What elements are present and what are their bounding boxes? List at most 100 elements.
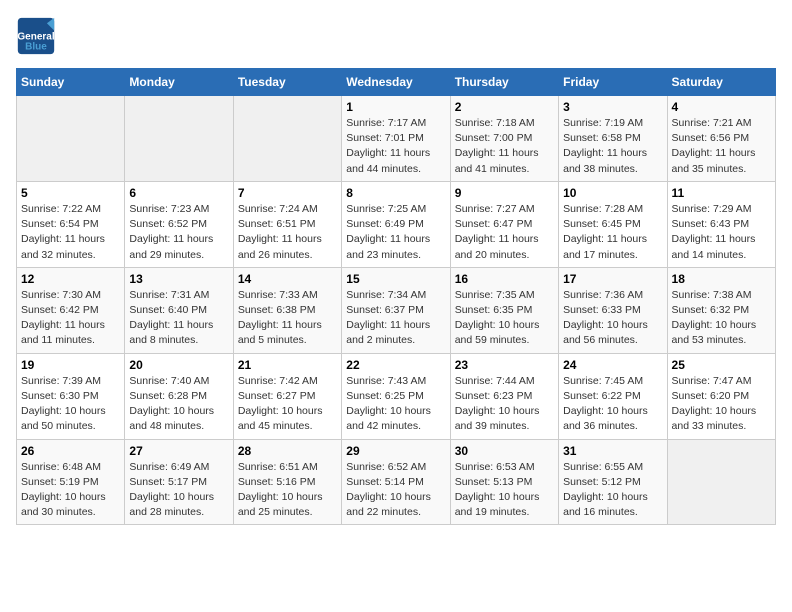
calendar-cell: 28 Sunrise: 6:51 AMSunset: 5:16 PMDayligh…	[233, 439, 341, 525]
calendar-cell: 5Sunrise: 7:22 AMSunset: 6:54 PMDaylight…	[17, 181, 125, 267]
day-info: Sunrise: 7:23 AMSunset: 6:52 PMDaylight:…	[129, 202, 228, 263]
day-number: 1	[346, 100, 445, 114]
day-number: 15	[346, 272, 445, 286]
calendar-cell: 18Sunrise: 7:38 AMSunset: 6:32 PMDayligh…	[667, 267, 775, 353]
day-number: 14	[238, 272, 337, 286]
calendar-cell: 11 Sunrise: 7:29 AMSunset: 6:43 PMDayligh…	[667, 181, 775, 267]
calendar-week-3: 12 Sunrise: 7:30 AMSunset: 6:42 PMDayligh…	[17, 267, 776, 353]
day-number: 19	[21, 358, 120, 372]
calendar-cell: 20 Sunrise: 7:40 AMSunset: 6:28 PMDayligh…	[125, 353, 233, 439]
day-info: Sunrise: 7:30 AMSunset: 6:42 PMDaylight:…	[21, 288, 120, 349]
day-info: Sunrise: 7:35 AMSunset: 6:35 PMDaylight:…	[455, 288, 554, 349]
calendar-cell: 29Sunrise: 6:52 AMSunset: 5:14 PMDayligh…	[342, 439, 450, 525]
calendar-cell: 10 Sunrise: 7:28 AMSunset: 6:45 PMDayligh…	[559, 181, 667, 267]
calendar-cell: 21 Sunrise: 7:42 AMSunset: 6:27 PMDayligh…	[233, 353, 341, 439]
calendar-week-1: 1 Sunrise: 7:17 AMSunset: 7:01 PMDaylight…	[17, 96, 776, 182]
calendar-cell: 22 Sunrise: 7:43 AMSunset: 6:25 PMDayligh…	[342, 353, 450, 439]
day-header-thursday: Thursday	[450, 69, 558, 96]
day-info: Sunrise: 7:25 AMSunset: 6:49 PMDaylight:…	[346, 202, 445, 263]
day-number: 21	[238, 358, 337, 372]
day-info: Sunrise: 7:28 AMSunset: 6:45 PMDaylight:…	[563, 202, 662, 263]
day-info: Sunrise: 6:51 AMSunset: 5:16 PMDaylight:…	[238, 460, 337, 521]
calendar-cell: 13 Sunrise: 7:31 AMSunset: 6:40 PMDayligh…	[125, 267, 233, 353]
day-info: Sunrise: 7:18 AMSunset: 7:00 PMDaylight:…	[455, 116, 554, 177]
calendar-cell: 31Sunrise: 6:55 AMSunset: 5:12 PMDayligh…	[559, 439, 667, 525]
calendar-cell: 24 Sunrise: 7:45 AMSunset: 6:22 PMDayligh…	[559, 353, 667, 439]
page-header: General Blue	[16, 16, 776, 56]
day-number: 27	[129, 444, 228, 458]
day-info: Sunrise: 7:45 AMSunset: 6:22 PMDaylight:…	[563, 374, 662, 435]
day-number: 28	[238, 444, 337, 458]
day-number: 5	[21, 186, 120, 200]
day-info: Sunrise: 7:29 AMSunset: 6:43 PMDaylight:…	[672, 202, 771, 263]
day-info: Sunrise: 6:49 AMSunset: 5:17 PMDaylight:…	[129, 460, 228, 521]
day-info: Sunrise: 7:21 AMSunset: 6:56 PMDaylight:…	[672, 116, 771, 177]
day-number: 2	[455, 100, 554, 114]
day-header-sunday: Sunday	[17, 69, 125, 96]
calendar-cell: 2 Sunrise: 7:18 AMSunset: 7:00 PMDaylight…	[450, 96, 558, 182]
day-number: 11	[672, 186, 771, 200]
calendar-cell: 1 Sunrise: 7:17 AMSunset: 7:01 PMDaylight…	[342, 96, 450, 182]
day-info: Sunrise: 7:43 AMSunset: 6:25 PMDaylight:…	[346, 374, 445, 435]
day-number: 22	[346, 358, 445, 372]
day-number: 10	[563, 186, 662, 200]
day-number: 17	[563, 272, 662, 286]
calendar-cell	[17, 96, 125, 182]
day-info: Sunrise: 7:17 AMSunset: 7:01 PMDaylight:…	[346, 116, 445, 177]
day-header-saturday: Saturday	[667, 69, 775, 96]
day-number: 13	[129, 272, 228, 286]
calendar-cell: 8 Sunrise: 7:25 AMSunset: 6:49 PMDaylight…	[342, 181, 450, 267]
calendar-cell: 9Sunrise: 7:27 AMSunset: 6:47 PMDaylight…	[450, 181, 558, 267]
day-header-monday: Monday	[125, 69, 233, 96]
day-number: 26	[21, 444, 120, 458]
day-number: 8	[346, 186, 445, 200]
day-number: 4	[672, 100, 771, 114]
day-info: Sunrise: 7:19 AMSunset: 6:58 PMDaylight:…	[563, 116, 662, 177]
day-number: 24	[563, 358, 662, 372]
day-info: Sunrise: 7:47 AMSunset: 6:20 PMDaylight:…	[672, 374, 771, 435]
day-header-friday: Friday	[559, 69, 667, 96]
day-number: 12	[21, 272, 120, 286]
calendar-cell: 26Sunrise: 6:48 AMSunset: 5:19 PMDayligh…	[17, 439, 125, 525]
calendar-cell: 17 Sunrise: 7:36 AMSunset: 6:33 PMDayligh…	[559, 267, 667, 353]
day-info: Sunrise: 6:53 AMSunset: 5:13 PMDaylight:…	[455, 460, 554, 521]
day-number: 25	[672, 358, 771, 372]
day-header-wednesday: Wednesday	[342, 69, 450, 96]
calendar-header: SundayMondayTuesdayWednesdayThursdayFrid…	[17, 69, 776, 96]
calendar-cell	[125, 96, 233, 182]
day-info: Sunrise: 7:33 AMSunset: 6:38 PMDaylight:…	[238, 288, 337, 349]
day-number: 29	[346, 444, 445, 458]
calendar-cell	[233, 96, 341, 182]
calendar-cell: 16 Sunrise: 7:35 AMSunset: 6:35 PMDayligh…	[450, 267, 558, 353]
day-info: Sunrise: 7:42 AMSunset: 6:27 PMDaylight:…	[238, 374, 337, 435]
svg-text:Blue: Blue	[25, 42, 47, 53]
calendar-cell: 4 Sunrise: 7:21 AMSunset: 6:56 PMDaylight…	[667, 96, 775, 182]
day-info: Sunrise: 7:27 AMSunset: 6:47 PMDaylight:…	[455, 202, 554, 263]
calendar-cell: 14 Sunrise: 7:33 AMSunset: 6:38 PMDayligh…	[233, 267, 341, 353]
calendar-cell: 19 Sunrise: 7:39 AMSunset: 6:30 PMDayligh…	[17, 353, 125, 439]
calendar-cell: 15 Sunrise: 7:34 AMSunset: 6:37 PMDayligh…	[342, 267, 450, 353]
calendar-cell: 25 Sunrise: 7:47 AMSunset: 6:20 PMDayligh…	[667, 353, 775, 439]
calendar-cell: 6 Sunrise: 7:23 AMSunset: 6:52 PMDaylight…	[125, 181, 233, 267]
day-info: Sunrise: 7:34 AMSunset: 6:37 PMDaylight:…	[346, 288, 445, 349]
calendar-cell	[667, 439, 775, 525]
calendar-week-4: 19 Sunrise: 7:39 AMSunset: 6:30 PMDayligh…	[17, 353, 776, 439]
calendar-cell: 12 Sunrise: 7:30 AMSunset: 6:42 PMDayligh…	[17, 267, 125, 353]
day-info: Sunrise: 7:39 AMSunset: 6:30 PMDaylight:…	[21, 374, 120, 435]
calendar-week-5: 26Sunrise: 6:48 AMSunset: 5:19 PMDayligh…	[17, 439, 776, 525]
day-number: 6	[129, 186, 228, 200]
calendar-cell: 30 Sunrise: 6:53 AMSunset: 5:13 PMDayligh…	[450, 439, 558, 525]
day-number: 16	[455, 272, 554, 286]
logo: General Blue	[16, 16, 60, 56]
day-header-tuesday: Tuesday	[233, 69, 341, 96]
day-number: 20	[129, 358, 228, 372]
day-number: 23	[455, 358, 554, 372]
day-number: 18	[672, 272, 771, 286]
calendar-cell: 3 Sunrise: 7:19 AMSunset: 6:58 PMDaylight…	[559, 96, 667, 182]
day-info: Sunrise: 7:36 AMSunset: 6:33 PMDaylight:…	[563, 288, 662, 349]
day-info: Sunrise: 7:24 AMSunset: 6:51 PMDaylight:…	[238, 202, 337, 263]
day-info: Sunrise: 7:31 AMSunset: 6:40 PMDaylight:…	[129, 288, 228, 349]
day-number: 3	[563, 100, 662, 114]
day-number: 30	[455, 444, 554, 458]
day-info: Sunrise: 7:40 AMSunset: 6:28 PMDaylight:…	[129, 374, 228, 435]
